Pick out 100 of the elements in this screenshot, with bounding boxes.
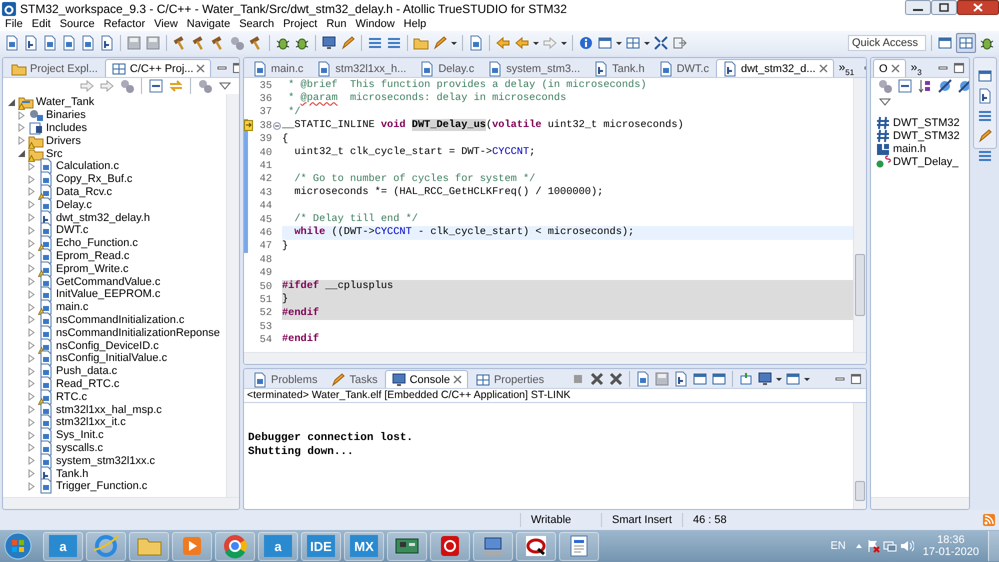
close-icon[interactable] xyxy=(196,64,206,73)
collapsed-arrow-icon[interactable] xyxy=(27,379,36,388)
collapsed-arrow-icon[interactable] xyxy=(27,251,36,260)
import-icon[interactable] xyxy=(99,35,115,51)
scrollbar[interactable] xyxy=(871,497,969,509)
collapsed-arrow-icon[interactable] xyxy=(17,136,26,146)
page-icon[interactable] xyxy=(673,370,690,386)
outline-item[interactable]: DWT_STM32 xyxy=(893,116,960,128)
close-icon[interactable] xyxy=(890,64,900,73)
collapsed-arrow-icon[interactable] xyxy=(27,264,36,274)
tab[interactable]: Delay.c xyxy=(413,59,480,77)
outline-item[interactable]: main.h xyxy=(893,142,926,154)
tree-item[interactable]: main.c xyxy=(56,301,88,314)
collapsed-arrow-icon[interactable] xyxy=(27,469,36,478)
list-icon[interactable] xyxy=(977,148,993,164)
scrollbar[interactable] xyxy=(853,403,866,509)
collapsed-arrow-icon[interactable] xyxy=(27,238,36,248)
collapsed-arrow-icon[interactable] xyxy=(27,290,36,299)
collapsed-arrow-icon[interactable] xyxy=(27,187,36,196)
page-icon[interactable] xyxy=(977,88,993,104)
hide-icon[interactable] xyxy=(937,78,953,94)
tree-item[interactable]: Copy_Rx_Buf.c xyxy=(56,173,132,186)
network-icon[interactable] xyxy=(882,539,897,553)
outline-item[interactable]: DWT_Delay_ xyxy=(893,156,958,168)
list-icon[interactable] xyxy=(977,108,993,124)
collapsed-arrow-icon[interactable] xyxy=(27,302,36,312)
collapsed-arrow-icon[interactable] xyxy=(27,354,36,363)
tree-item[interactable]: Echo_Function.c xyxy=(56,237,138,250)
tab[interactable]: O xyxy=(873,59,906,77)
new-file-icon[interactable] xyxy=(4,35,20,51)
menu-item[interactable]: Source xyxy=(60,18,95,30)
tab[interactable]: Tank.h xyxy=(587,59,651,77)
tree-item[interactable]: Data_Rcv.c xyxy=(56,186,112,198)
menu-item[interactable]: File xyxy=(5,18,23,30)
close-all-icon[interactable] xyxy=(608,370,624,386)
window-icon[interactable] xyxy=(597,35,613,51)
exit-icon[interactable] xyxy=(672,35,688,51)
tab[interactable]: DWT.c xyxy=(652,59,715,77)
save-all-icon[interactable] xyxy=(145,35,161,51)
menu-item[interactable]: Search xyxy=(239,18,274,30)
collapsed-arrow-icon[interactable] xyxy=(27,277,36,286)
collapsed-arrow-icon[interactable] xyxy=(27,341,36,350)
tab[interactable]: dwt_stm32_d... xyxy=(716,59,834,77)
close-icon[interactable] xyxy=(957,0,999,15)
tree-item[interactable]: nsConfig_InitialValue.c xyxy=(56,352,168,364)
tree-item[interactable]: Src xyxy=(46,148,62,160)
close-icon[interactable] xyxy=(452,375,462,384)
taskbar-app-button[interactable]: a xyxy=(258,532,298,560)
tree-item[interactable]: stm32l1xx_it.c xyxy=(56,416,126,428)
tree-item[interactable]: Sys_Init.c xyxy=(56,429,104,442)
search-field[interactable]: Quick Access xyxy=(848,35,926,51)
arrow-left-icon[interactable] xyxy=(79,78,95,94)
new-file-icon[interactable] xyxy=(80,35,96,51)
scrollbar[interactable] xyxy=(226,94,239,497)
collapsed-arrow-icon[interactable] xyxy=(27,418,36,427)
page-icon[interactable] xyxy=(468,35,484,51)
collapse-icon[interactable] xyxy=(148,78,164,94)
window-icon[interactable] xyxy=(937,35,953,51)
new-file-icon[interactable] xyxy=(42,35,58,51)
perspective-icon[interactable] xyxy=(958,35,974,51)
tab[interactable]: Properties xyxy=(468,370,550,388)
collapsed-arrow-icon[interactable] xyxy=(17,110,26,120)
menu-item[interactable]: Window xyxy=(356,18,395,30)
monitor-icon[interactable] xyxy=(757,370,774,386)
menu-item[interactable]: Help xyxy=(404,18,426,30)
tree-item[interactable]: nsCommandInitialization.c xyxy=(56,314,184,326)
tree-item[interactable]: Binaries xyxy=(46,109,86,122)
tree-item[interactable]: Trigger_Function.c xyxy=(56,480,148,492)
feed-icon[interactable] xyxy=(983,514,995,526)
list-icon[interactable] xyxy=(386,35,402,51)
arrow-right-icon[interactable] xyxy=(99,78,115,94)
taskbar-app-button[interactable]: a xyxy=(43,532,83,560)
menu-item[interactable]: Navigate xyxy=(186,18,230,30)
tree-item[interactable]: InitValue_EEPROM.c xyxy=(56,288,160,300)
hide-icon[interactable] xyxy=(957,78,969,94)
collapsed-arrow-icon[interactable] xyxy=(27,162,36,171)
collapsed-arrow-icon[interactable] xyxy=(27,200,36,210)
collapsed-arrow-icon[interactable] xyxy=(27,174,36,184)
tab[interactable]: system_stm3... xyxy=(481,59,586,77)
tree-item[interactable]: Eprom_Read.c xyxy=(56,250,130,262)
collapsed-arrow-icon[interactable] xyxy=(27,430,36,440)
grid-icon[interactable] xyxy=(625,35,641,51)
pencil-icon[interactable] xyxy=(977,128,993,144)
overflow-button[interactable]: »$_{3}$ xyxy=(906,60,926,77)
info-icon[interactable] xyxy=(578,35,594,51)
tab[interactable]: C/C++ Proj... xyxy=(104,59,212,77)
collapsed-arrow-icon[interactable] xyxy=(27,456,36,466)
menu-item[interactable]: Edit xyxy=(32,18,51,30)
maximize-icon[interactable] xyxy=(850,372,862,384)
speaker-icon[interactable] xyxy=(900,539,914,553)
close-icon[interactable] xyxy=(818,64,828,73)
tree-item[interactable]: Calculation.c xyxy=(56,160,119,172)
tab[interactable]: Project Expl... xyxy=(5,59,104,77)
collapsed-arrow-icon[interactable] xyxy=(27,213,36,222)
overflow-button[interactable]: »$_{51}$ xyxy=(834,60,858,77)
minimize-icon[interactable] xyxy=(905,0,931,15)
flag-icon[interactable] xyxy=(866,539,880,553)
collapsed-arrow-icon[interactable] xyxy=(27,328,36,338)
tree-item[interactable]: Read_RTC.c xyxy=(56,378,120,390)
scrollbar[interactable] xyxy=(3,497,239,509)
